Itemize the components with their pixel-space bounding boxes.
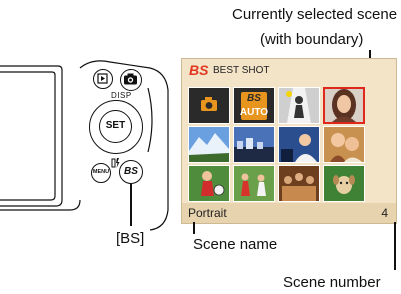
scene-thumb-spotlight[interactable] bbox=[278, 87, 320, 124]
scene-name-callout: Scene name bbox=[193, 236, 278, 253]
play-button[interactable] bbox=[93, 69, 113, 89]
party-group-image bbox=[279, 166, 319, 201]
scene-name-text: Portrait bbox=[188, 206, 227, 220]
scene-thumb-scenery[interactable] bbox=[188, 126, 230, 163]
dog-image bbox=[324, 166, 364, 201]
scene-thumb-candle[interactable] bbox=[233, 165, 275, 202]
scene-number-callout: Scene number bbox=[283, 274, 381, 291]
scene-thumb-bs-auto[interactable]: BS AUTO bbox=[233, 87, 275, 124]
scene-thumb-portrait-selected[interactable] bbox=[323, 87, 365, 124]
scene-thumb-pet[interactable] bbox=[323, 165, 365, 202]
mountain-scenery-image bbox=[189, 127, 229, 162]
bs-auto-badge-top: BS bbox=[247, 93, 261, 104]
night-portrait-image bbox=[279, 127, 319, 162]
menu-label: MENU bbox=[92, 169, 110, 175]
selected-scene-callout-line1: Currently selected scene bbox=[232, 6, 398, 23]
scene-name-leader-line bbox=[193, 222, 195, 234]
screen-footer: Portrait 4 bbox=[182, 203, 396, 223]
scene-number-leader-line bbox=[394, 222, 396, 270]
disp-label: DISP bbox=[111, 91, 132, 100]
camera-icon bbox=[201, 97, 217, 111]
set-button[interactable]: SET bbox=[99, 110, 132, 143]
boy-ball-image bbox=[189, 166, 229, 201]
bs-button[interactable]: BS bbox=[119, 160, 143, 184]
best-shot-screen: BS BEST SHOT BS AUTO Portrait 4 bbox=[181, 58, 397, 224]
play-icon bbox=[97, 73, 108, 84]
night-scenery-image bbox=[234, 127, 274, 162]
portrait-woman-image bbox=[325, 89, 363, 122]
bs-auto-label: AUTO bbox=[239, 107, 269, 118]
control-ring[interactable]: SET bbox=[89, 100, 143, 154]
scene-number-text: 4 bbox=[381, 206, 388, 220]
camera-back bbox=[0, 60, 169, 231]
scene-thumb-auto-camera[interactable] bbox=[188, 87, 230, 124]
selected-scene-callout-line2: (with boundary) bbox=[260, 31, 364, 48]
scene-thumb-night-portrait[interactable] bbox=[278, 126, 320, 163]
scene-thumb-children[interactable] bbox=[323, 126, 365, 163]
screen-title: BEST SHOT bbox=[213, 65, 270, 76]
camera-icon bbox=[124, 73, 137, 85]
bs-leader-line bbox=[130, 184, 132, 226]
bs-logo: BS bbox=[189, 62, 209, 78]
children-image bbox=[324, 127, 364, 162]
set-label: SET bbox=[105, 120, 126, 131]
scene-thumb-sports[interactable] bbox=[188, 165, 230, 202]
bs-callout: [BS] bbox=[116, 230, 145, 247]
menu-button[interactable]: MENU bbox=[91, 163, 111, 183]
scene-thumb-night-scenery[interactable] bbox=[233, 126, 275, 163]
spotlight-person-icon bbox=[286, 88, 311, 123]
people-running-image bbox=[234, 166, 274, 201]
scene-thumb-party[interactable] bbox=[278, 165, 320, 202]
rec-button[interactable] bbox=[120, 69, 142, 91]
screen-header: BS BEST SHOT bbox=[182, 59, 396, 81]
bs-button-label: BS bbox=[124, 166, 138, 177]
